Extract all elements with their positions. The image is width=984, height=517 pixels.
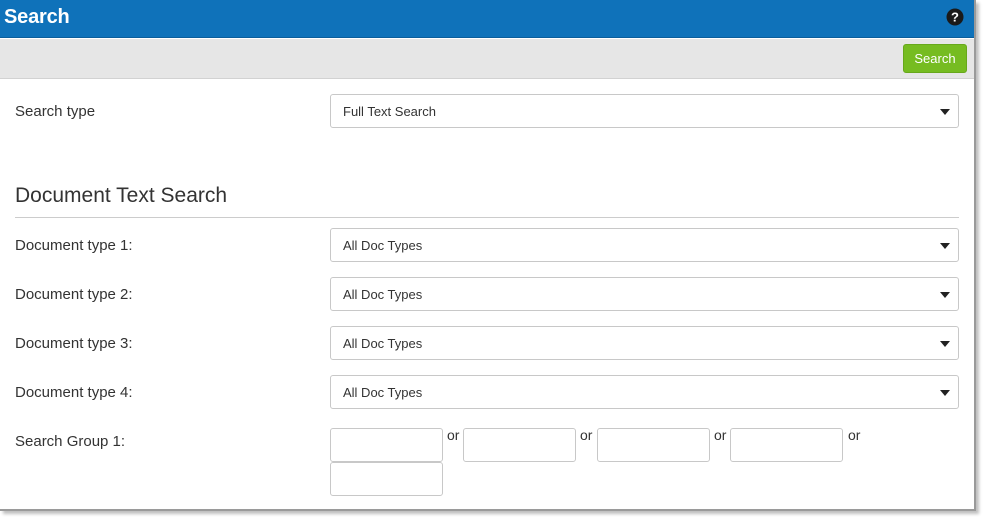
document-type-3-value: All Doc Types [343,336,423,351]
document-type-2-label: Document type 2: [15,286,133,303]
panel-title: Search [4,6,70,28]
or-separator: or [848,427,861,443]
search-group-1-input-2[interactable] [463,428,576,462]
or-separator: or [447,427,460,443]
document-type-1-value: All Doc Types [343,238,423,253]
search-group-1-input-3[interactable] [597,428,710,462]
search-button[interactable]: Search [903,44,967,73]
search-type-label: Search type [15,103,96,120]
or-separator: or [714,427,727,443]
caret-down-icon [940,243,950,249]
document-type-2-value: All Doc Types [343,287,423,302]
svg-text:?: ? [951,10,959,25]
search-group-1-input-4[interactable] [730,428,843,462]
search-type-value: Full Text Search [343,104,436,119]
caret-down-icon [940,390,950,396]
section-divider [15,217,959,218]
document-type-4-value: All Doc Types [343,385,423,400]
document-type-3-label: Document type 3: [15,335,133,352]
document-type-3-select[interactable]: All Doc Types [330,326,959,360]
section-title: Document Text Search [15,184,228,207]
document-type-4-select[interactable]: All Doc Types [330,375,959,409]
search-panel: Search ? Search Search type Full Text Se… [0,0,976,511]
search-group-1-input-5[interactable] [330,462,443,496]
search-group-1-input-1[interactable] [330,428,443,462]
search-group-1-label: Search Group 1: [15,433,126,450]
toolbar: Search [0,39,974,79]
caret-down-icon [940,341,950,347]
caret-down-icon [940,292,950,298]
document-type-1-label: Document type 1: [15,237,133,254]
document-type-2-select[interactable]: All Doc Types [330,277,959,311]
or-separator: or [580,427,593,443]
document-type-4-label: Document type 4: [15,384,133,401]
help-icon[interactable]: ? [946,8,964,26]
panel-header: Search ? [0,0,974,38]
document-type-1-select[interactable]: All Doc Types [330,228,959,262]
caret-down-icon [940,109,950,115]
search-type-select[interactable]: Full Text Search [330,94,959,128]
